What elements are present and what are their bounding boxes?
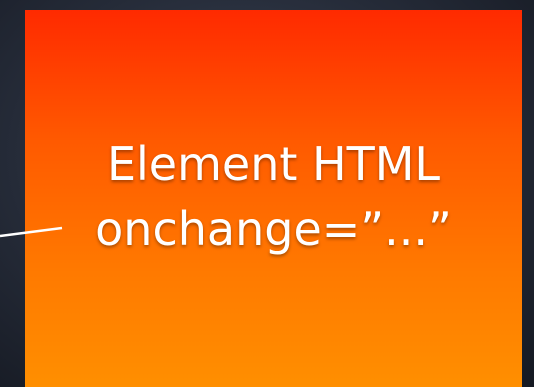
onchange-attribute-label: onchange=”...” <box>95 202 452 256</box>
orange-content-box <box>25 10 522 387</box>
element-html-label: Element HTML <box>106 137 441 191</box>
